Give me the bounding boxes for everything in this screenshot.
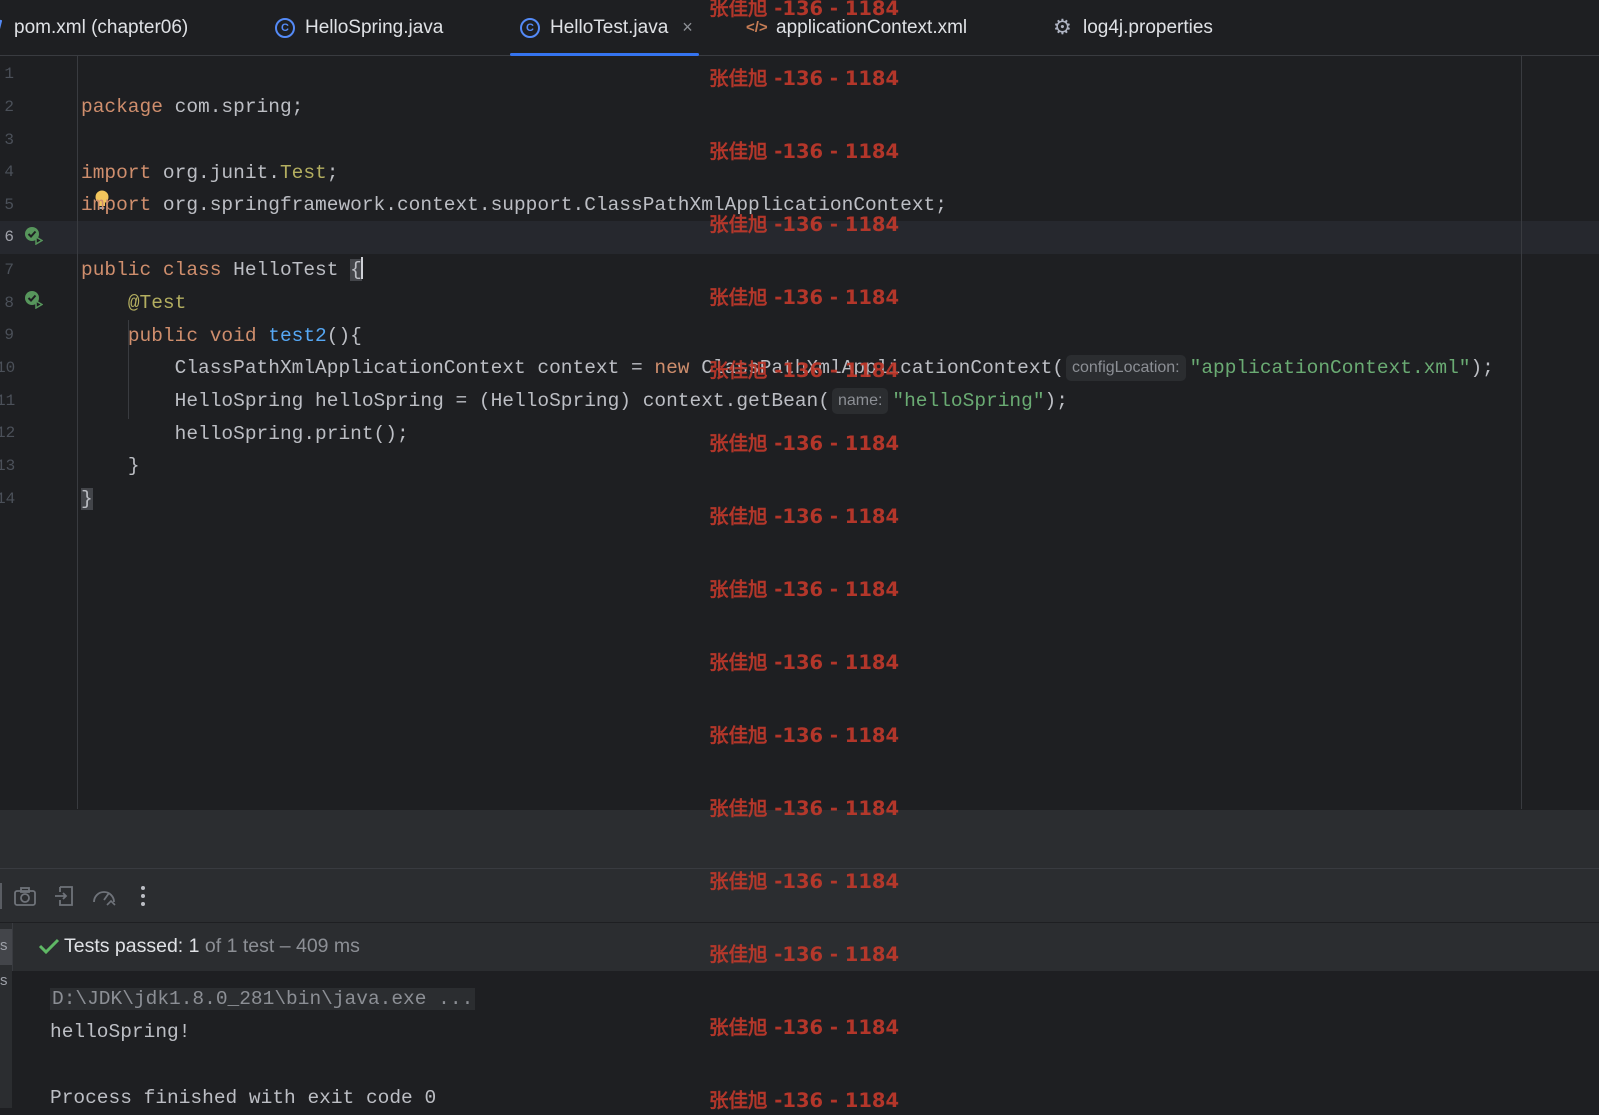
camera-icon[interactable] <box>12 883 38 909</box>
import-tests-icon[interactable] <box>52 883 78 909</box>
tab-label: pom.xml (chapter06) <box>14 16 189 38</box>
check-icon <box>38 938 60 955</box>
watermark-text: 张佳旭 -136 - 1184 <box>709 578 900 601</box>
watermark-text: 张佳旭 -136 - 1184 <box>709 943 900 966</box>
tab-hellotest-java[interactable]: C HelloTest.java × <box>510 0 699 56</box>
watermark-text: 张佳旭 -136 - 1184 <box>709 870 900 893</box>
tab-pom-xml[interactable]: pom.xml (chapter06) <box>0 0 188 55</box>
watermark-text: 张佳旭 -136 - 1184 <box>709 797 900 820</box>
watermark-text: 张佳旭 -136 - 1184 <box>709 1089 900 1112</box>
more-options-icon[interactable] <box>130 883 156 909</box>
matched-brace: } <box>81 488 93 510</box>
watermark-text: 张佳旭 -136 - 1184 <box>709 140 900 163</box>
class-icon: C <box>520 17 540 38</box>
watermark-text: 张佳旭 -136 - 1184 <box>709 432 900 455</box>
tab-log4j-properties[interactable]: ⚙ log4j.properties <box>1053 0 1213 55</box>
watermark-text: 张佳旭 -136 - 1184 <box>709 505 900 528</box>
watermark-text: 张佳旭 -136 - 1184 <box>709 286 900 309</box>
tab-hellospring-java[interactable]: C HelloSpring.java <box>275 0 443 55</box>
watermark-text: 张佳旭 -136 - 1184 <box>709 1016 900 1039</box>
tab-label: HelloTest.java <box>550 16 669 38</box>
watermark-text: 张佳旭 -136 - 1184 <box>709 651 900 674</box>
maven-icon <box>0 18 3 38</box>
tab-label: HelloSpring.java <box>305 16 444 38</box>
tab-label: log4j.properties <box>1083 16 1213 38</box>
toolbar-separator <box>0 883 2 909</box>
watermark-text: 张佳旭 -136 - 1184 <box>709 213 900 236</box>
close-tab-icon[interactable]: × <box>682 17 693 38</box>
watermark-text: 张佳旭 -136 - 1184 <box>709 359 900 382</box>
coverage-icon[interactable] <box>91 883 117 909</box>
code-line: ClassPathXmlApplicationContext context =… <box>174 355 1494 381</box>
gear-icon: ⚙ <box>1053 15 1072 39</box>
code-line: helloSpring.print(); <box>174 423 409 445</box>
watermark-text: 张佳旭 -136 - 1184 <box>709 67 900 90</box>
console-output-line: helloSpring! <box>50 1021 191 1043</box>
test-tree-item[interactable]: s <box>0 937 8 954</box>
test-tree-item[interactable]: s <box>0 972 8 989</box>
tests-summary: of 1 test – 409 ms <box>199 935 360 957</box>
watermark-text: 张佳旭 -136 - 1184 <box>709 0 900 20</box>
console-command-line[interactable]: D:\JDK\jdk1.8.0_281\bin\java.exe ... <box>50 988 476 1010</box>
console-exit-line: Process finished with exit code 0 <box>50 1087 437 1109</box>
watermark-text: 张佳旭 -136 - 1184 <box>709 724 900 747</box>
class-icon: C <box>275 17 295 38</box>
tests-passed-label: Tests passed: 1 <box>64 935 200 957</box>
